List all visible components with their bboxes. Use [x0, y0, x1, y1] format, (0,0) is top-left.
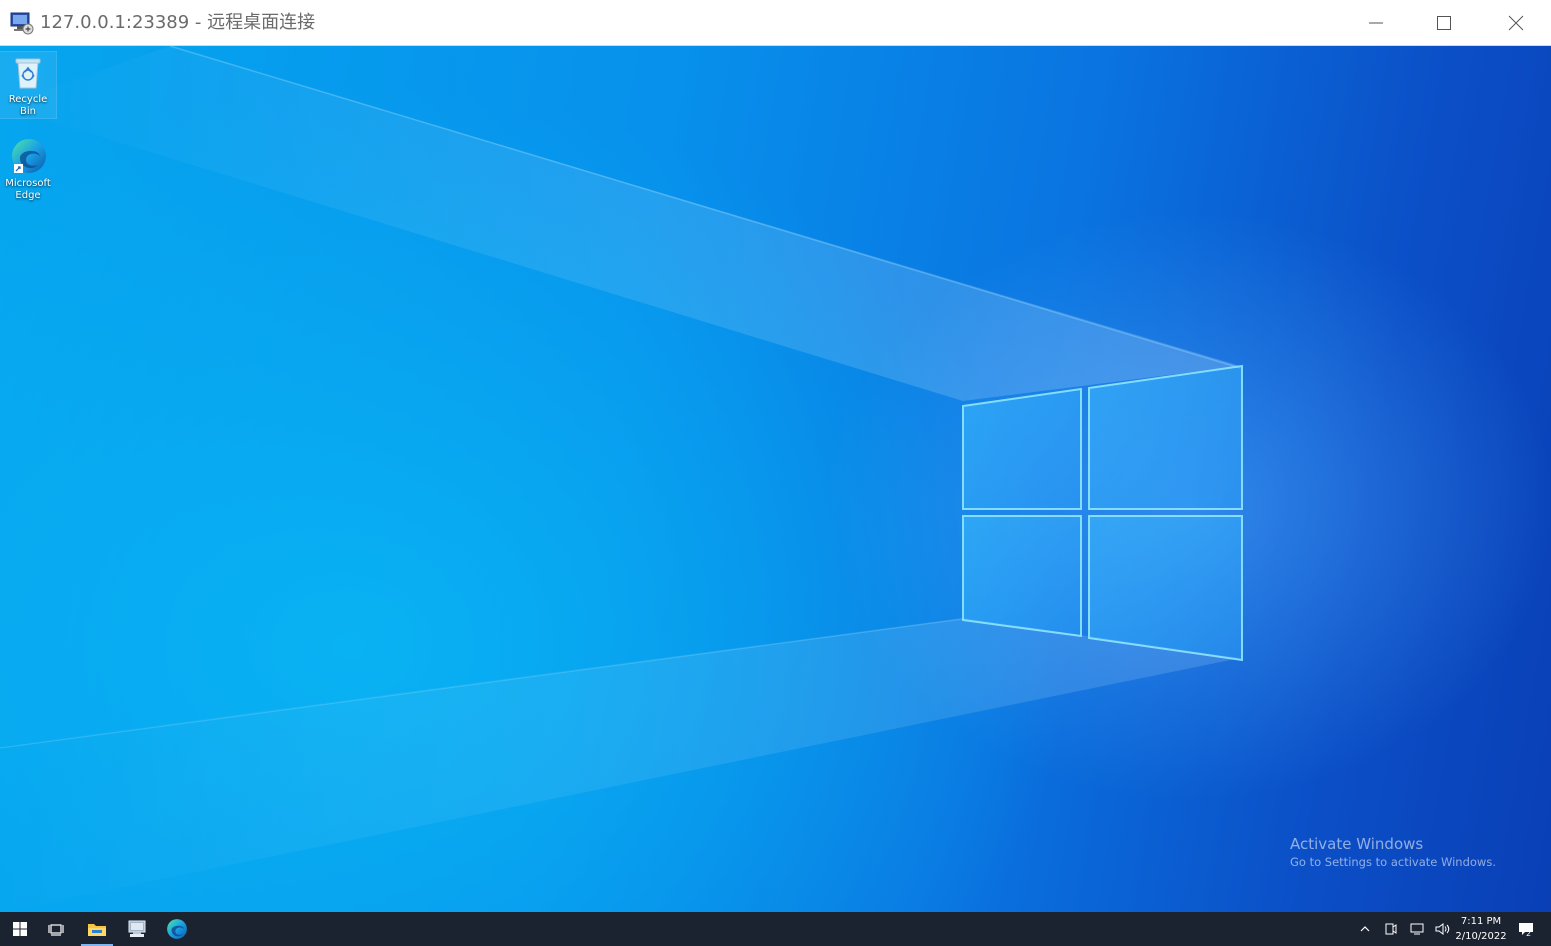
meet-now-icon	[1385, 923, 1397, 935]
start-button[interactable]	[0, 912, 40, 946]
minimize-button[interactable]	[1341, 0, 1411, 46]
chevron-up-icon	[1360, 926, 1370, 932]
volume-button[interactable]	[1432, 912, 1454, 946]
task-view-button[interactable]	[36, 912, 76, 946]
edge-icon	[167, 919, 187, 939]
meet-now-button[interactable]	[1380, 912, 1402, 946]
rdp-title-bar[interactable]: 127.0.0.1:23389 - 远程桌面连接	[0, 0, 1551, 46]
action-center-button[interactable]: 2	[1514, 912, 1538, 946]
remote-desktop-area[interactable]: Recycle Bin Microsoft Edge Activate Wind…	[0, 46, 1551, 912]
clock-time: 7:11 PM	[1460, 916, 1502, 927]
windows-logo	[962, 364, 1243, 662]
activate-title: Activate Windows	[1290, 835, 1424, 853]
remote-desktop-icon	[10, 11, 34, 35]
desktop-icon-microsoft-edge[interactable]: Microsoft Edge	[0, 136, 56, 202]
network-icon	[1410, 923, 1424, 935]
volume-icon	[1435, 923, 1450, 935]
close-icon	[1508, 15, 1524, 31]
maximize-icon	[1437, 16, 1451, 30]
clock-date: 2/10/2022	[1455, 931, 1507, 942]
activate-subtitle: Go to Settings to activate Windows.	[1290, 855, 1496, 869]
minimize-icon	[1369, 22, 1383, 24]
desktop-icon-label: Recycle Bin	[8, 94, 48, 117]
notification-count-badge: 2	[1526, 929, 1532, 938]
maximize-button[interactable]	[1409, 0, 1479, 46]
desktop-icon-label: Microsoft Edge	[5, 178, 51, 201]
folder-icon	[88, 924, 106, 936]
taskbar-remote-desktop[interactable]	[117, 912, 157, 946]
wallpaper	[0, 46, 1243, 912]
edge-icon	[12, 139, 46, 173]
network-button[interactable]	[1406, 912, 1428, 946]
taskbar-file-explorer[interactable]	[77, 912, 117, 946]
show-hidden-icons-button[interactable]	[1354, 912, 1376, 946]
task-view-icon	[48, 924, 64, 936]
desktop-icon-recycle-bin[interactable]: Recycle Bin	[0, 51, 57, 119]
windows-logo-icon	[13, 922, 27, 936]
taskbar-clock[interactable]: 7:11 PM 2/10/2022	[1452, 914, 1510, 944]
close-button[interactable]	[1481, 0, 1551, 46]
taskbar-microsoft-edge[interactable]	[157, 912, 197, 946]
activate-windows-watermark: Activate Windows Go to Settings to activ…	[1290, 834, 1496, 870]
taskbar: 7:11 PM 2/10/2022 2	[0, 912, 1551, 946]
remote-desktop-icon	[128, 920, 146, 937]
recycle-bin-icon	[15, 58, 41, 89]
window-title: 127.0.0.1:23389 - 远程桌面连接	[40, 12, 316, 33]
